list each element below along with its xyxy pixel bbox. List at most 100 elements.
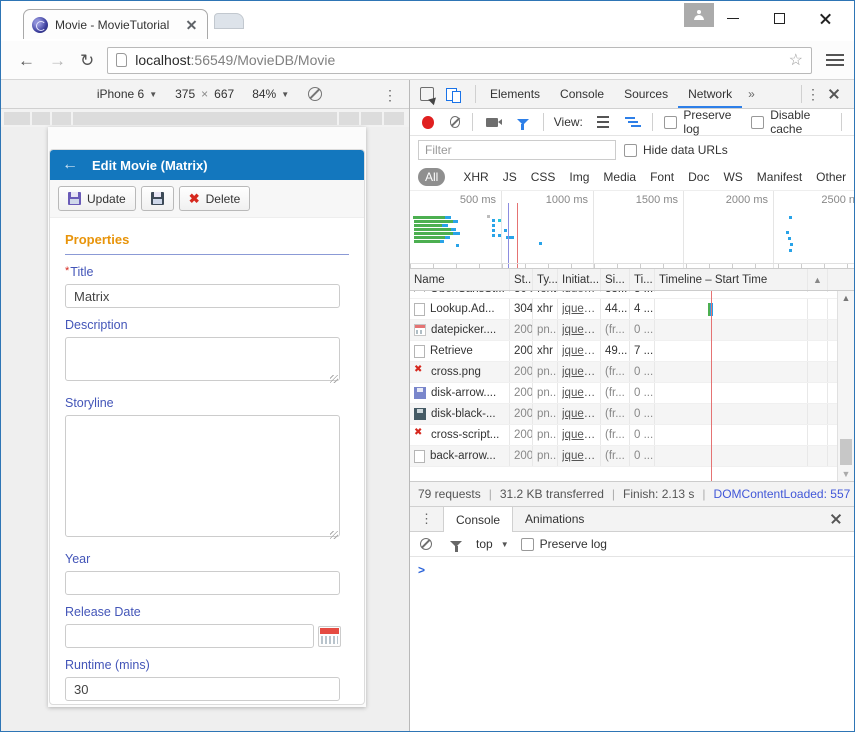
type-filter-other[interactable]: Other (816, 170, 846, 184)
console-prompt-icon[interactable]: > (418, 563, 425, 577)
maximize-button[interactable] (756, 1, 802, 35)
type-filter-js[interactable]: JS (503, 170, 517, 184)
update-button[interactable]: Update (58, 186, 136, 211)
type-filter-font[interactable]: Font (650, 170, 674, 184)
filter-funnel-icon[interactable] (517, 119, 529, 125)
media-query-segment[interactable] (73, 112, 337, 125)
table-scrollbar[interactable]: ▲ ▼ (837, 291, 854, 481)
resize-grip-icon[interactable] (330, 375, 338, 383)
disable-cache-checkbox[interactable] (751, 116, 764, 129)
tab-elements[interactable]: Elements (480, 81, 550, 108)
col-timeline[interactable]: Timeline – Start Time (655, 269, 808, 290)
delete-button[interactable]: ✖ Delete (179, 186, 251, 211)
waterfall-view-icon[interactable] (625, 116, 639, 128)
media-query-segment[interactable] (4, 112, 30, 125)
media-query-bar[interactable] (1, 109, 409, 127)
media-query-segment[interactable] (32, 112, 50, 125)
table-row[interactable]: Lookup.Ad... 304 xhr jquery... 44... 4 .… (410, 299, 854, 320)
drawer-tab-console[interactable]: Console (443, 507, 513, 532)
bookmark-star-icon[interactable]: ☆ (789, 50, 803, 70)
preserve-log-checkbox[interactable] (664, 116, 677, 129)
more-tabs-icon[interactable]: » (742, 87, 761, 101)
media-query-segment[interactable] (52, 112, 71, 125)
col-type[interactable]: Ty... (533, 269, 558, 290)
rotate-device-icon[interactable] (308, 87, 322, 101)
year-input[interactable] (65, 571, 340, 595)
close-button[interactable] (802, 1, 848, 35)
sort-asc-icon[interactable]: ▲ (808, 269, 828, 290)
browser-tab[interactable]: Movie - MovieTutorial (23, 9, 208, 39)
drawer-tab-animations[interactable]: Animations (513, 507, 596, 531)
console-filter-icon[interactable] (450, 541, 462, 547)
table-row[interactable]: cross-script... 200 pn... jquery... (fr.… (410, 425, 854, 446)
media-query-segment[interactable] (339, 112, 359, 125)
col-initiator[interactable]: Initiat... (558, 269, 601, 290)
col-time[interactable]: Ti... (630, 269, 655, 290)
table-row[interactable]: disk-arrow.... 200 pn... jquery... (fr..… (410, 383, 854, 404)
type-filter-css[interactable]: CSS (531, 170, 556, 184)
tab-close-icon[interactable] (185, 18, 199, 32)
table-row[interactable]: Retrieve 200 xhr jquery... 49... 7 ... (410, 341, 854, 362)
devtools-menu-button[interactable]: ⋮ (806, 86, 820, 103)
console-preserve-log-checkbox[interactable] (521, 538, 534, 551)
network-filter-input[interactable] (418, 140, 616, 160)
device-mode-icon[interactable] (446, 88, 461, 101)
table-row[interactable]: back-arrow... 200 pn... jquery... (fr...… (410, 446, 854, 467)
runtime-input[interactable] (65, 677, 340, 701)
media-query-segment[interactable] (384, 112, 404, 125)
type-filter-media[interactable]: Media (603, 170, 636, 184)
title-input[interactable] (65, 284, 340, 308)
tab-console[interactable]: Console (550, 81, 614, 108)
scroll-thumb[interactable] (840, 439, 852, 465)
clear-icon[interactable] (450, 116, 461, 128)
network-overview-timeline[interactable]: 500 ms 1000 ms 1500 ms 2000 ms 2500 n (410, 191, 854, 269)
table-row[interactable]: datepicker.... 200 pn... jquery... (fr..… (410, 320, 854, 341)
description-textarea[interactable] (65, 337, 340, 381)
calendar-icon[interactable] (318, 626, 341, 647)
console-clear-icon[interactable] (420, 538, 432, 550)
console-output-area[interactable]: > (410, 557, 854, 732)
type-filter-img[interactable]: Img (569, 170, 589, 184)
device-menu-button[interactable]: ⋮ (383, 87, 397, 104)
type-filter-xhr[interactable]: XHR (463, 170, 488, 184)
table-row[interactable]: OpenSansSt... 304 font jquery.m... 33...… (410, 291, 854, 299)
reload-button[interactable]: ↻ (80, 52, 94, 69)
tab-network[interactable]: Network (678, 81, 742, 108)
col-size[interactable]: Si... (601, 269, 630, 290)
screenshot-camera-icon[interactable] (486, 118, 498, 127)
tab-sources[interactable]: Sources (614, 81, 678, 108)
viewport-width[interactable]: 375 (175, 87, 195, 101)
zoom-select[interactable]: 84% ▼ (252, 87, 289, 101)
scroll-up-icon[interactable]: ▲ (838, 293, 854, 303)
release-date-input[interactable] (65, 624, 314, 648)
devtools-close-icon[interactable] (828, 88, 840, 100)
col-name[interactable]: Name (410, 269, 510, 290)
new-tab-button[interactable] (214, 13, 244, 29)
col-status[interactable]: St... (510, 269, 533, 290)
minimize-button[interactable] (710, 1, 756, 35)
back-arrow-icon[interactable]: ← (62, 156, 78, 174)
inspect-element-icon[interactable] (420, 87, 434, 101)
media-query-segment[interactable] (361, 112, 382, 125)
type-filter-ws[interactable]: WS (723, 170, 742, 184)
storyline-textarea[interactable] (65, 415, 340, 537)
drawer-close-icon[interactable] (830, 513, 842, 525)
table-row[interactable]: cross.png 200 pn... jquery... (fr... 0 .… (410, 362, 854, 383)
type-filter-doc[interactable]: Doc (688, 170, 709, 184)
resize-grip-icon[interactable] (330, 531, 338, 539)
table-row[interactable]: disk-black-... 200 pn... jquery... (fr..… (410, 404, 854, 425)
scroll-down-icon[interactable]: ▼ (838, 469, 854, 479)
viewport-height[interactable]: 667 (214, 87, 234, 101)
back-button[interactable]: ← (18, 52, 35, 69)
type-filter-all[interactable]: All (418, 168, 445, 186)
apply-changes-button[interactable] (141, 186, 174, 211)
type-filter-manifest[interactable]: Manifest (757, 170, 802, 184)
list-view-icon[interactable] (597, 116, 609, 128)
record-button[interactable] (422, 116, 434, 129)
hide-data-urls-checkbox[interactable] (624, 144, 637, 157)
execution-context-select[interactable]: top (476, 537, 493, 551)
device-select[interactable]: iPhone 6 ▼ (97, 87, 157, 101)
browser-menu-button[interactable] (826, 54, 844, 66)
drawer-menu-button[interactable]: ⋮ (410, 507, 443, 531)
forward-button[interactable]: → (49, 52, 66, 69)
